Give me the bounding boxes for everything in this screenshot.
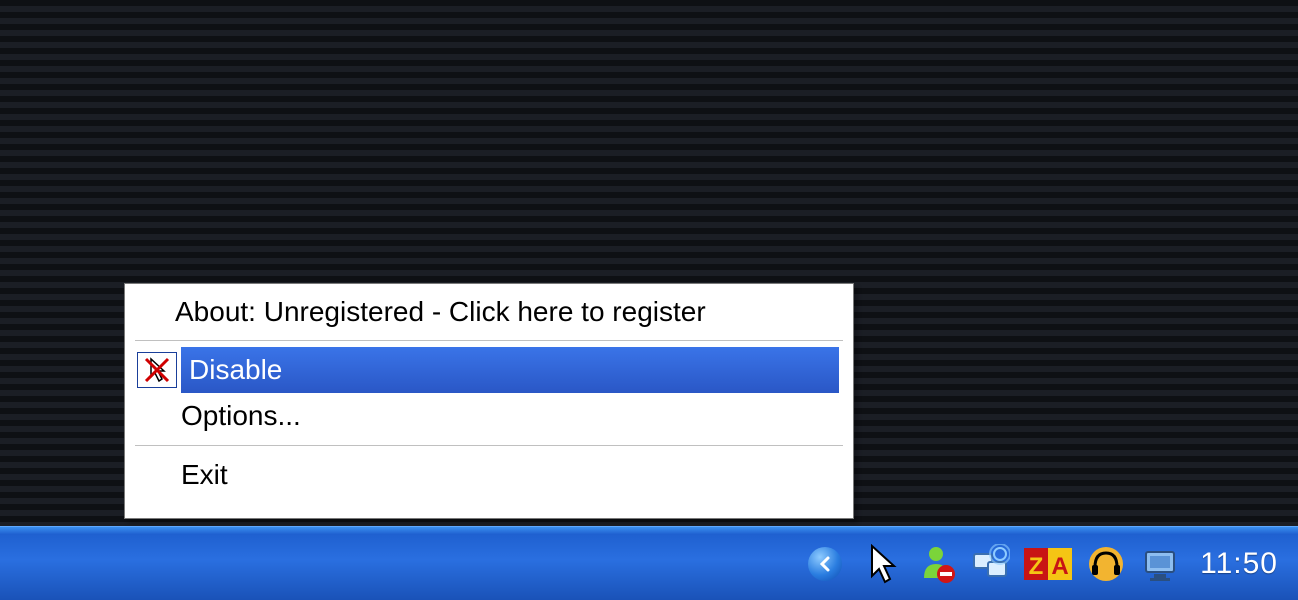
menu-separator [135,445,843,446]
svg-text:Z: Z [1029,553,1044,580]
disable-icon [137,352,177,388]
menu-separator [135,340,843,341]
network-tray-icon[interactable] [970,544,1010,584]
taskbar-clock[interactable]: 11:50 [1200,547,1278,581]
display-tray-icon[interactable] [1140,544,1180,584]
menu-item-label: Exit [181,459,228,490]
system-tray: Z A 11:50 [808,527,1298,600]
headset-icon [1087,545,1125,583]
desktop: About: Unregistered - Click here to regi… [0,0,1298,600]
cursor-arrow-icon [866,544,898,584]
cursor-tray-icon[interactable] [862,544,902,584]
zonealarm-tray-icon[interactable]: Z A [1024,544,1072,584]
menu-item-label: Disable [189,354,282,386]
menu-item-label: Options... [181,400,301,431]
chevron-left-icon [816,555,834,573]
taskbar: Z A 11:50 [0,526,1298,600]
svg-text:A: A [1051,553,1068,580]
tray-collapse-button[interactable] [808,547,842,581]
menu-item-options[interactable]: Options... [129,393,849,439]
monitor-icon [1140,544,1180,584]
zonealarm-icon: Z A [1024,544,1072,584]
menu-item-about[interactable]: About: Unregistered - Click here to regi… [129,290,849,334]
menu-item-exit[interactable]: Exit [129,452,849,498]
menu-item-label: About: Unregistered - Click here to regi… [175,296,706,327]
tray-context-menu: About: Unregistered - Click here to regi… [124,283,854,519]
headset-tray-icon[interactable] [1086,544,1126,584]
menu-item-disable[interactable]: Disable [129,347,849,393]
messenger-tray-icon[interactable] [916,544,956,584]
messenger-icon [916,544,956,584]
network-icon [970,544,1010,584]
